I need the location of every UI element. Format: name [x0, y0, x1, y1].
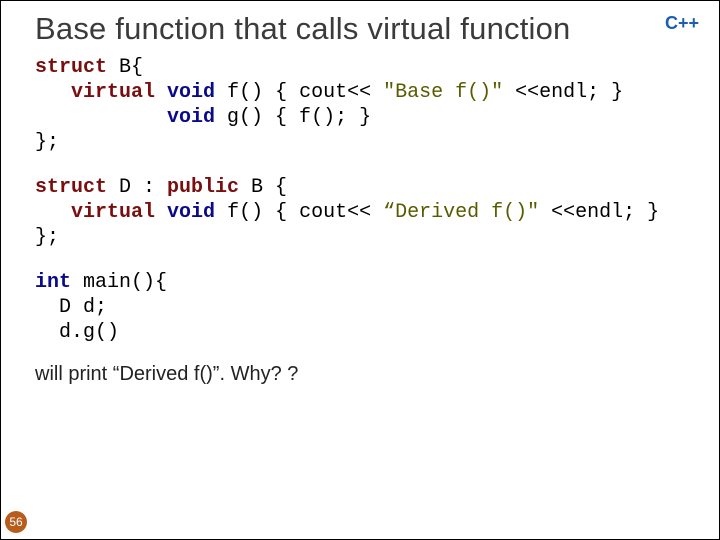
code-indent: [35, 201, 71, 224]
page-title: Base function that calls virtual functio…: [35, 11, 571, 47]
code-text: };: [35, 226, 59, 249]
keyword-struct: struct: [35, 176, 107, 199]
code-block-2: struct D : public B { virtual void f() {…: [35, 175, 699, 250]
code-text: f() { cout<<: [215, 201, 383, 224]
keyword-int: int: [35, 271, 71, 294]
slide: Base function that calls virtual functio…: [0, 0, 720, 540]
code-text: d.g(): [35, 321, 119, 344]
caption-text: will print “Derived f()”. Why? ?: [35, 363, 699, 386]
code-text: g() { f(); }: [215, 106, 371, 129]
code-text: [155, 81, 167, 104]
code-text: };: [35, 131, 59, 154]
code-text: B{: [107, 56, 143, 79]
keyword-virtual: virtual: [71, 81, 155, 104]
code-text: D d;: [35, 296, 107, 319]
code-text: D :: [107, 176, 167, 199]
keyword-void: void: [167, 201, 215, 224]
code-block-1: struct B{ virtual void f() { cout<< "Bas…: [35, 55, 699, 155]
keyword-void: void: [167, 106, 215, 129]
language-badge: C++: [665, 13, 699, 34]
keyword-struct: struct: [35, 56, 107, 79]
header: Base function that calls virtual functio…: [35, 11, 699, 55]
code-block-3: int main(){ D d; d.g(): [35, 270, 699, 345]
string-literal: “Derived f()": [383, 201, 539, 224]
code-text: f() { cout<<: [215, 81, 383, 104]
spacer: [35, 250, 699, 270]
code-text: B {: [239, 176, 287, 199]
keyword-public: public: [167, 176, 239, 199]
code-indent: [35, 81, 71, 104]
code-text: <<endl; }: [503, 81, 623, 104]
string-literal: "Base f()": [383, 81, 503, 104]
code-text: [155, 201, 167, 224]
code-text: main(){: [71, 271, 167, 294]
spacer: [35, 155, 699, 175]
code-indent: [35, 106, 167, 129]
keyword-virtual: virtual: [71, 201, 155, 224]
page-number-badge: 56: [5, 511, 27, 533]
code-text: <<endl; }: [539, 201, 659, 224]
keyword-void: void: [167, 81, 215, 104]
